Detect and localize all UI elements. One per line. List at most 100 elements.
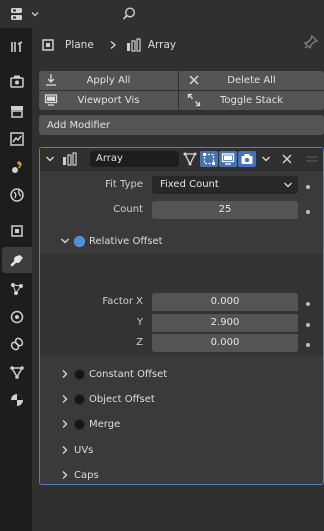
render-icon [9,73,25,89]
render-toggle[interactable] [238,151,256,167]
editor-type-icon [8,6,28,22]
tab-tool[interactable] [4,34,30,60]
factor-x-field[interactable]: 0.000 [152,293,298,311]
editor-type-button[interactable] [8,4,42,24]
toggle-stack-label: Toggle Stack [219,95,284,106]
factor-z-field[interactable]: 0.000 [152,334,298,352]
properties-tab-bar [0,28,32,531]
edit-mode-icon [202,152,216,166]
search-icon [121,6,137,22]
properties-editor: Plane Array Apply All Delete All Viewpor… [32,28,324,531]
chevron-down-icon[interactable] [261,154,271,164]
tool-icon [9,39,25,55]
factor-x-label: Factor X [102,296,143,307]
tab-render[interactable] [4,68,30,94]
tab-object[interactable] [4,218,30,244]
tab-physics[interactable] [4,304,30,330]
chevron-down-icon [60,236,70,246]
merge-subpanel-header[interactable]: Merge [60,415,120,433]
apply-all-button[interactable]: Apply All [39,71,178,90]
chevron-down-icon [30,9,40,19]
modifier-name-field[interactable]: Array [90,151,179,167]
add-modifier-label: Add Modifier [47,119,110,131]
constraints-icon [9,336,25,352]
add-modifier-button[interactable]: Add Modifier [39,115,324,135]
breadcrumb-modifier: Array [147,39,177,51]
output-icon [9,103,25,119]
caps-subpanel-header[interactable]: Caps [60,466,99,484]
tab-material[interactable] [4,387,30,413]
tab-world[interactable] [4,182,30,208]
tab-data[interactable] [4,359,30,385]
world-icon [9,187,25,203]
keyframe-dot[interactable] [306,343,310,347]
edit-mode-toggle[interactable] [200,151,218,167]
array-modifier-icon [62,151,78,167]
count-field[interactable]: 25 [152,201,298,219]
fit-type-label: Fit Type [105,179,143,190]
collapse-chevron-icon[interactable] [45,154,55,164]
chevron-right-icon [60,445,70,455]
constant-offset-checkbox[interactable] [74,368,85,380]
physics-icon [9,309,25,325]
breadcrumb-object: Plane [65,39,94,51]
tab-modifiers[interactable] [2,247,32,273]
object-icon [9,223,25,239]
uvs-label: UVs [74,444,94,456]
keyframe-dot[interactable] [306,210,310,214]
chevron-right-icon [108,40,118,50]
camera-icon [240,152,254,166]
viewport-vis-button[interactable]: Viewport Vis [39,91,178,110]
search-button[interactable] [118,4,140,24]
tab-view-layer[interactable] [4,126,30,152]
object-offset-label: Object Offset [89,393,155,405]
object-offset-subpanel-header[interactable]: Object Offset [60,390,155,408]
keyframe-dot[interactable] [306,323,310,327]
chevron-down-icon [283,180,293,190]
viewport-vis-label: Viewport Vis [77,95,140,106]
drag-handle-icon[interactable] [306,155,318,163]
tab-output[interactable] [4,98,30,124]
constant-offset-subpanel-header[interactable]: Constant Offset [60,365,167,383]
tab-particles[interactable] [4,276,30,302]
particles-icon [9,281,25,297]
relative-offset-checkbox[interactable] [74,235,85,247]
fit-type-dropdown[interactable]: Fixed Count [152,176,298,194]
keyframe-dot[interactable] [306,302,310,306]
scene-icon [9,159,25,175]
remove-modifier-icon[interactable] [281,153,293,165]
relative-offset-subpanel-header[interactable]: Relative Offset [60,232,163,250]
factor-y-field[interactable]: 2.900 [152,314,298,332]
view-layer-icon [9,131,25,147]
constant-offset-label: Constant Offset [89,368,168,380]
factor-y-label: Y [136,317,143,328]
merge-checkbox[interactable] [74,418,85,430]
breadcrumb: Plane Array [32,32,324,58]
merge-label: Merge [89,418,121,430]
array-modifier-icon [126,37,142,53]
modifier-header: Array [40,148,323,171]
modifier-icon [8,251,26,269]
chevron-right-icon [60,419,70,429]
monitor-icon [44,93,58,107]
edit-cage-toggle[interactable] [181,151,199,167]
vertex-triangle-icon [183,152,197,166]
header-bar [0,0,324,28]
tab-scene[interactable] [4,154,30,180]
keyframe-dot[interactable] [306,185,310,189]
data-icon [9,364,25,380]
tab-constraints[interactable] [4,331,30,357]
uvs-subpanel-header[interactable]: UVs [60,441,93,459]
delete-all-button[interactable]: Delete All [179,71,324,90]
chevron-right-icon [60,369,70,379]
apply-icon [44,73,58,87]
chevron-right-icon [60,470,70,480]
realtime-toggle[interactable] [219,151,237,167]
material-icon [9,392,25,408]
fit-type-value: Fixed Count [160,179,219,190]
object-offset-checkbox[interactable] [74,393,85,405]
array-modifier-panel: Array Fit Type Fixed Count Count 25 Rela… [39,147,324,485]
toggle-stack-button[interactable]: Toggle Stack [179,91,324,110]
factor-z-label: Z [136,337,143,348]
pin-icon[interactable] [304,35,318,49]
